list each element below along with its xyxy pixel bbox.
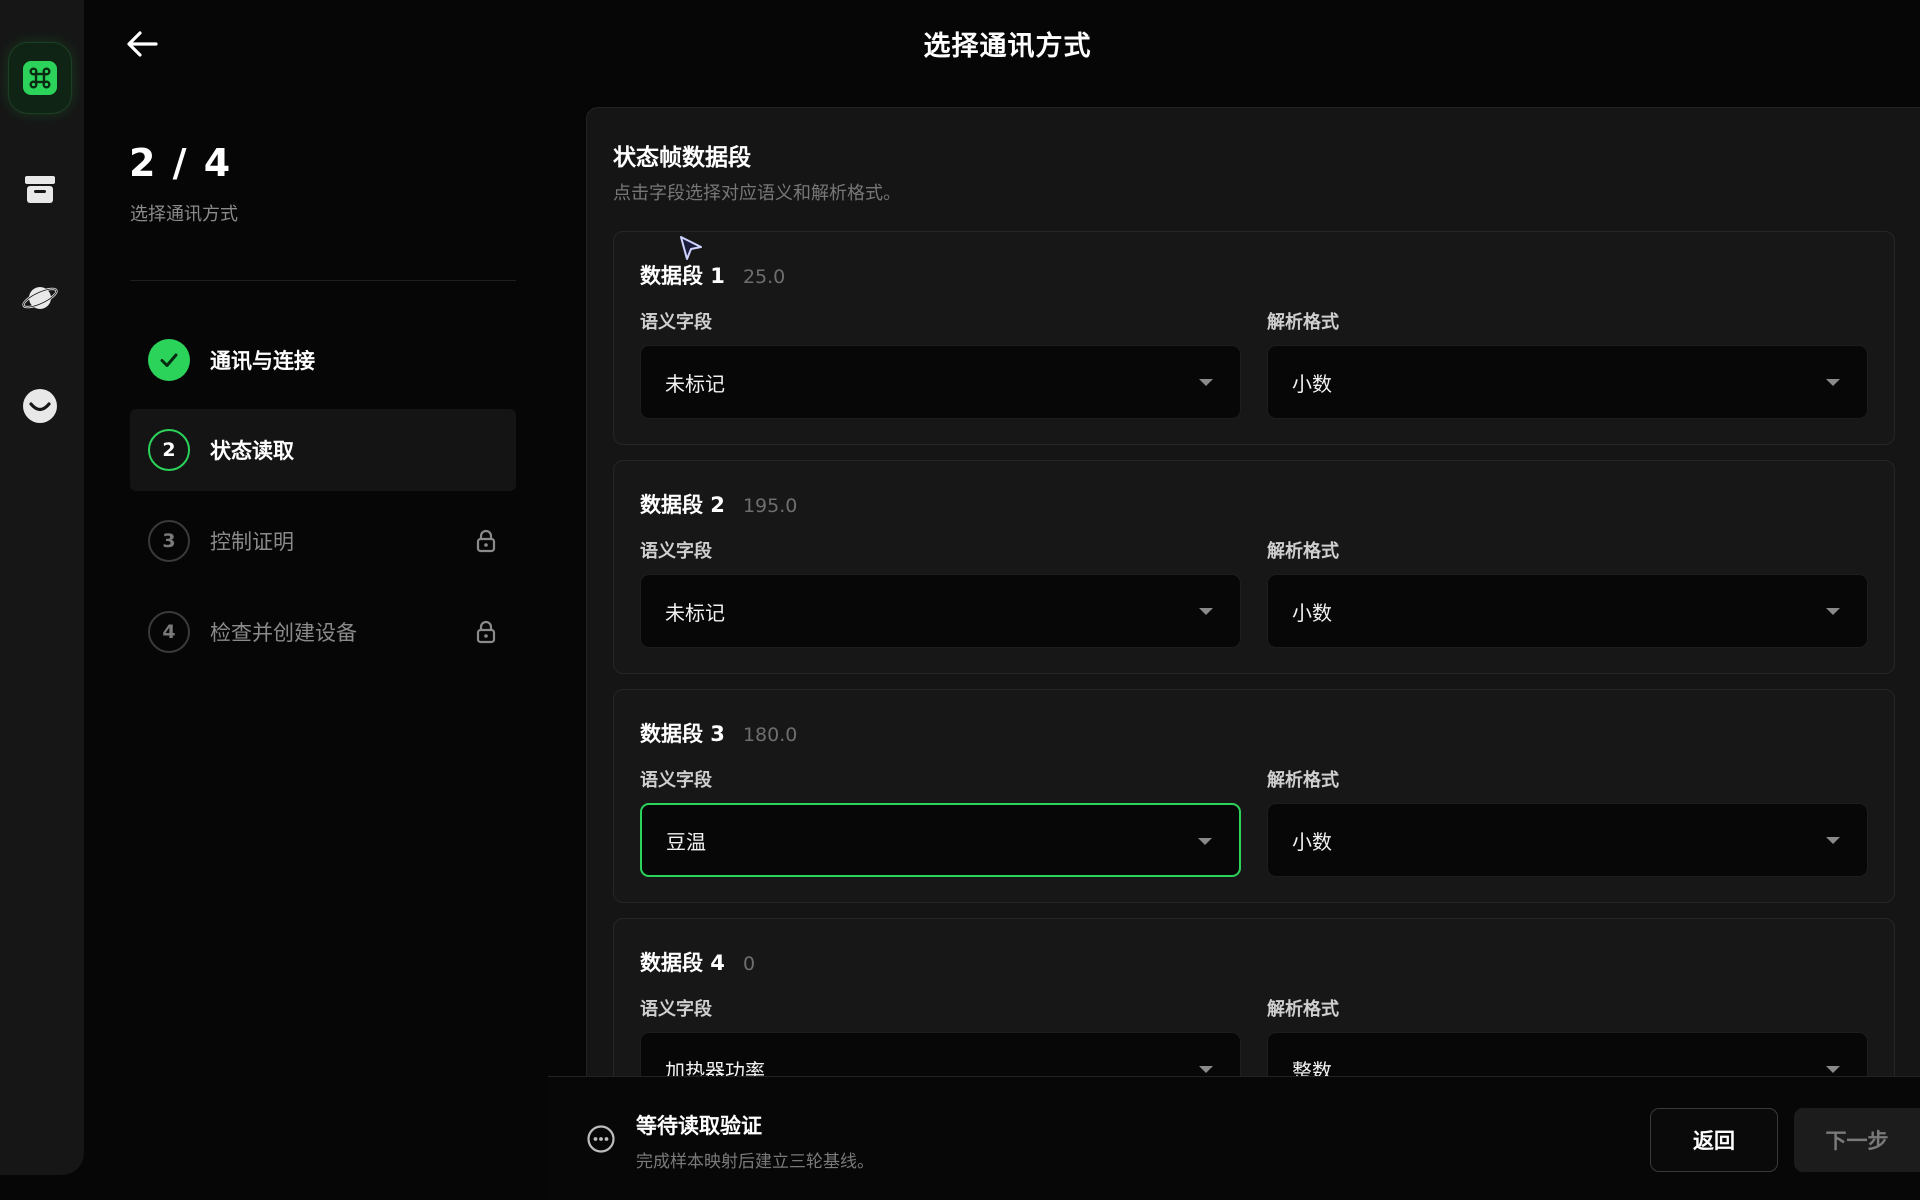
app-window: 选择通讯方式 2 / 4 选择通讯方式 通讯与连接 2 状态读取 3 控制证明 … <box>0 0 1920 1200</box>
semantic-select[interactable]: 未标记 <box>640 574 1241 648</box>
nav-archive-button[interactable] <box>8 153 72 225</box>
bottom-action-bar: 等待读取验证 完成样本映射后建立三轮基线。 返回 下一步 <box>548 1076 1920 1200</box>
smiley-icon <box>23 389 57 423</box>
select-value: 小数 <box>1292 371 1332 396</box>
step-item-connection[interactable]: 通讯与连接 <box>130 319 516 401</box>
nav-planet-button[interactable] <box>8 262 72 334</box>
caret-down-icon <box>1199 608 1213 615</box>
caret-down-icon <box>1198 838 1212 845</box>
caret-down-icon <box>1826 379 1840 386</box>
archive-icon <box>25 176 55 203</box>
step-item-status-read[interactable]: 2 状态读取 <box>130 409 516 491</box>
return-button[interactable]: 返回 <box>1650 1108 1778 1172</box>
step-number-badge: 2 <box>148 429 190 471</box>
format-field-label: 解析格式 <box>1267 312 1339 333</box>
planet-icon <box>22 287 58 309</box>
caret-down-icon <box>1199 379 1213 386</box>
format-field-label: 解析格式 <box>1267 999 1339 1020</box>
semantic-select[interactable]: 加热器功率 <box>640 1032 1241 1077</box>
semantic-field-label: 语义字段 <box>640 541 712 562</box>
format-field-label: 解析格式 <box>1267 541 1339 562</box>
semantic-select[interactable]: 豆温 <box>640 803 1241 877</box>
command-icon <box>23 61 57 95</box>
next-step-button[interactable]: 下一步 <box>1794 1108 1920 1172</box>
segment-value: 0 <box>742 953 756 975</box>
page-title: 选择通讯方式 <box>923 31 1092 62</box>
segments-card: 状态帧数据段 点击字段选择对应语义和解析格式。 数据段 1 25.0 语义字段 … <box>586 107 1920 1077</box>
semantic-field-label: 语义字段 <box>640 999 712 1020</box>
format-select[interactable]: 整数 <box>1267 1032 1868 1077</box>
select-value: 小数 <box>1292 829 1332 854</box>
step-subtitle: 选择通讯方式 <box>130 204 238 225</box>
semantic-select[interactable]: 未标记 <box>640 345 1241 419</box>
segment-name: 数据段 3 <box>640 722 725 746</box>
status-description: 完成样本映射后建立三轮基线。 <box>636 1152 874 1172</box>
data-segment-2: 数据段 2 195.0 语义字段 解析格式 未标记 小数 <box>613 460 1895 674</box>
step-item-review-create: 4 检查并创建设备 <box>130 591 516 673</box>
data-segment-1: 数据段 1 25.0 语义字段 解析格式 未标记 小数 <box>613 231 1895 445</box>
select-value: 整数 <box>1292 1058 1332 1078</box>
select-value: 未标记 <box>665 600 725 625</box>
data-segment-4: 数据段 4 0 语义字段 解析格式 加热器功率 整数 <box>613 918 1895 1077</box>
status-title: 等待读取验证 <box>636 1114 762 1138</box>
caret-down-icon <box>1199 1066 1213 1073</box>
semantic-field-label: 语义字段 <box>640 770 712 791</box>
segment-name: 数据段 1 <box>640 264 725 288</box>
checkmark-icon <box>160 353 178 367</box>
pending-dots-icon <box>587 1125 615 1153</box>
nav-rail <box>0 0 84 1175</box>
segment-name: 数据段 4 <box>640 951 725 975</box>
semantic-field-label: 语义字段 <box>640 312 712 333</box>
step-number-badge: 3 <box>148 520 190 562</box>
step-number-badge: 4 <box>148 611 190 653</box>
step-label: 状态读取 <box>210 439 294 463</box>
select-value: 豆温 <box>666 829 706 854</box>
select-value: 小数 <box>1292 600 1332 625</box>
card-description: 点击字段选择对应语义和解析格式。 <box>613 183 901 204</box>
step-label: 检查并创建设备 <box>210 621 357 645</box>
format-select[interactable]: 小数 <box>1267 345 1868 419</box>
stepper-divider <box>130 280 516 281</box>
step-item-control-proof: 3 控制证明 <box>130 500 516 582</box>
format-select[interactable]: 小数 <box>1267 803 1868 877</box>
step-label: 通讯与连接 <box>210 349 315 373</box>
segment-value: 25.0 <box>742 266 786 288</box>
mouse-cursor-icon <box>680 236 702 260</box>
select-value: 未标记 <box>665 371 725 396</box>
lock-icon <box>476 620 496 644</box>
caret-down-icon <box>1826 1066 1840 1073</box>
lock-icon <box>476 529 496 553</box>
nav-profile-button[interactable] <box>8 370 72 442</box>
format-field-label: 解析格式 <box>1267 770 1339 791</box>
step-counter: 2 / 4 <box>129 141 233 185</box>
segment-value: 180.0 <box>742 724 798 746</box>
step-done-badge <box>148 339 190 381</box>
format-select[interactable]: 小数 <box>1267 574 1868 648</box>
card-title: 状态帧数据段 <box>613 145 751 171</box>
select-value: 加热器功率 <box>665 1058 765 1078</box>
segment-name: 数据段 2 <box>640 493 725 517</box>
data-segment-3: 数据段 3 180.0 语义字段 解析格式 豆温 小数 <box>613 689 1895 903</box>
segment-value: 195.0 <box>742 495 798 517</box>
step-label: 控制证明 <box>210 530 294 554</box>
caret-down-icon <box>1826 837 1840 844</box>
caret-down-icon <box>1826 608 1840 615</box>
